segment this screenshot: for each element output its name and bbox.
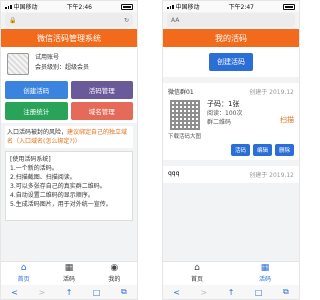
tab-label: 首页 [17, 276, 30, 283]
card-title: 微信群01 [168, 89, 194, 96]
lock-icon: 🔒 [9, 16, 17, 24]
forward-icon[interactable]: > [38, 288, 45, 297]
tab-label: 首页 [190, 276, 203, 283]
create-section: 创建活码 [163, 47, 299, 77]
text-size-button[interactable]: AA [171, 17, 179, 24]
qr-icon: ▦ [260, 263, 270, 273]
tab-codes[interactable]: ▦ 活码 [46, 262, 91, 285]
tab-codes[interactable]: ▦ 活码 [231, 262, 299, 285]
qr-icon: ▦ [64, 263, 74, 273]
delete-button[interactable]: 删除 [274, 144, 294, 156]
tab-home[interactable]: ⌂ 首页 [163, 262, 231, 285]
status-bar: 中国移动 下午2:47 [163, 1, 299, 12]
battery-icon [283, 3, 295, 10]
manage-code-button[interactable]: 活码管理 [70, 81, 133, 99]
share-icon[interactable]: ↑ [66, 288, 73, 297]
browser-toolbar: < > ↑ □ ⧉ [163, 285, 299, 299]
bookmarks-icon[interactable]: □ [93, 288, 101, 297]
risk-notice: 入口活码被封的风险，建议绑定自己的独立域名（入口域名(怎么绑定?)） [5, 126, 133, 148]
help-line: 1.一个新的活码。 [10, 165, 58, 172]
signal: 中国移动 [167, 2, 200, 11]
help-line: 3.可以多张存自己的真实群二维码。 [10, 183, 106, 190]
member-level: 会员级别：超级会员 [35, 64, 90, 71]
notice-text: 入口活码被封的风险， [7, 129, 68, 136]
battery-icon [121, 3, 133, 10]
status-bar: 中国移动 下午2:46 [1, 1, 137, 12]
help-line: 2.扫描截图、扫描阅读。 [10, 174, 76, 181]
code-card: 微信群01 创建于 2019.12 下载活码大图 子码：1张 阅读：100次 群… [163, 83, 299, 160]
reload-icon[interactable]: ↻ [124, 17, 129, 24]
card-date: 创建于 2019.12 [249, 172, 294, 179]
read-count: 阅读：100次 [207, 110, 243, 117]
phone-right: 中国移动 下午2:47 AA 我的活码 创建活码 微信群01 创建于 2019.… [162, 0, 300, 300]
create-code-button[interactable]: 创建活码 [5, 81, 68, 99]
tab-label: 我的 [108, 276, 121, 283]
tab-bar: ⌂ 首页 ▦ 活码 ◉ 我的 [1, 261, 137, 285]
home-icon: ⌂ [194, 263, 200, 273]
tabs-icon[interactable]: ⧉ [121, 287, 127, 297]
action-grid: 创建活码 活码管理 注册统计 域名管理 [1, 78, 137, 123]
bookmarks-icon[interactable]: □ [255, 288, 263, 297]
qr-code-image[interactable] [169, 100, 200, 130]
download-link[interactable]: 下载活码大图 [168, 132, 201, 140]
clock: 下午2:47 [228, 4, 254, 11]
code-type: 群二维码 [207, 119, 232, 126]
user-icon: ◉ [110, 263, 119, 273]
live-code-button[interactable]: 活码 [230, 144, 250, 156]
page-title: 我的活码 [163, 29, 299, 47]
code-card[interactable]: qqq 创建于 2019.12 [163, 166, 299, 183]
card-title: qqq [168, 170, 180, 177]
url-bar[interactable]: AA [167, 13, 295, 27]
tab-home[interactable]: ⌂ 首页 [1, 262, 46, 285]
clock: 下午2:46 [66, 4, 92, 11]
back-icon[interactable]: < [11, 288, 18, 297]
create-code-button[interactable]: 创建活码 [209, 53, 253, 71]
carrier: 中国移动 [175, 4, 200, 11]
subcode-count: 子码：1张 [207, 100, 240, 108]
signal-icon [167, 4, 174, 9]
card-date: 创建于 2019.12 [249, 89, 294, 96]
browser-toolbar: < > ↑ □ ⧉ [1, 285, 137, 299]
share-icon[interactable]: ↑ [228, 288, 235, 297]
stats-button[interactable]: 注册统计 [5, 102, 68, 120]
help-line: 4.自动设置二维码的显示顺序。 [10, 192, 94, 199]
help-line: 5.生成活码图片，用于对外统一宣传。 [10, 201, 112, 208]
scan-link[interactable]: 扫描 [280, 115, 294, 125]
tab-me[interactable]: ◉ 我的 [92, 262, 137, 285]
tabs-icon[interactable]: ⧉ [283, 287, 289, 297]
tab-bar: ⌂ 首页 ▦ 活码 [163, 261, 299, 285]
domain-button[interactable]: 域名管理 [70, 102, 133, 120]
profile-card: 试用账号 会员级别：超级会员 [1, 47, 137, 78]
help-title: [使用活码系统] [10, 156, 51, 163]
url-bar[interactable]: 🔒 ↻ [5, 13, 133, 27]
help-box: [使用活码系统] 1.一个新的活码。 2.扫描截图、扫描阅读。 3.可以多张存自… [5, 151, 133, 221]
back-icon[interactable]: < [173, 288, 180, 297]
home-icon: ⌂ [20, 263, 27, 273]
account-name: 试用账号 [35, 54, 60, 61]
signal: 中国移动 [5, 2, 38, 11]
avatar [7, 53, 29, 75]
edit-button[interactable]: 编辑 [252, 144, 272, 156]
phone-left: 中国移动 下午2:46 🔒 ↻ 微信活码管理系统 试用账号 会员级别：超级会员 … [0, 0, 138, 300]
carrier: 中国移动 [13, 4, 38, 11]
tab-label: 活码 [62, 276, 75, 283]
signal-icon [5, 4, 12, 9]
page-title: 微信活码管理系统 [1, 29, 137, 47]
tab-label: 活码 [258, 276, 271, 283]
forward-icon[interactable]: > [200, 288, 207, 297]
